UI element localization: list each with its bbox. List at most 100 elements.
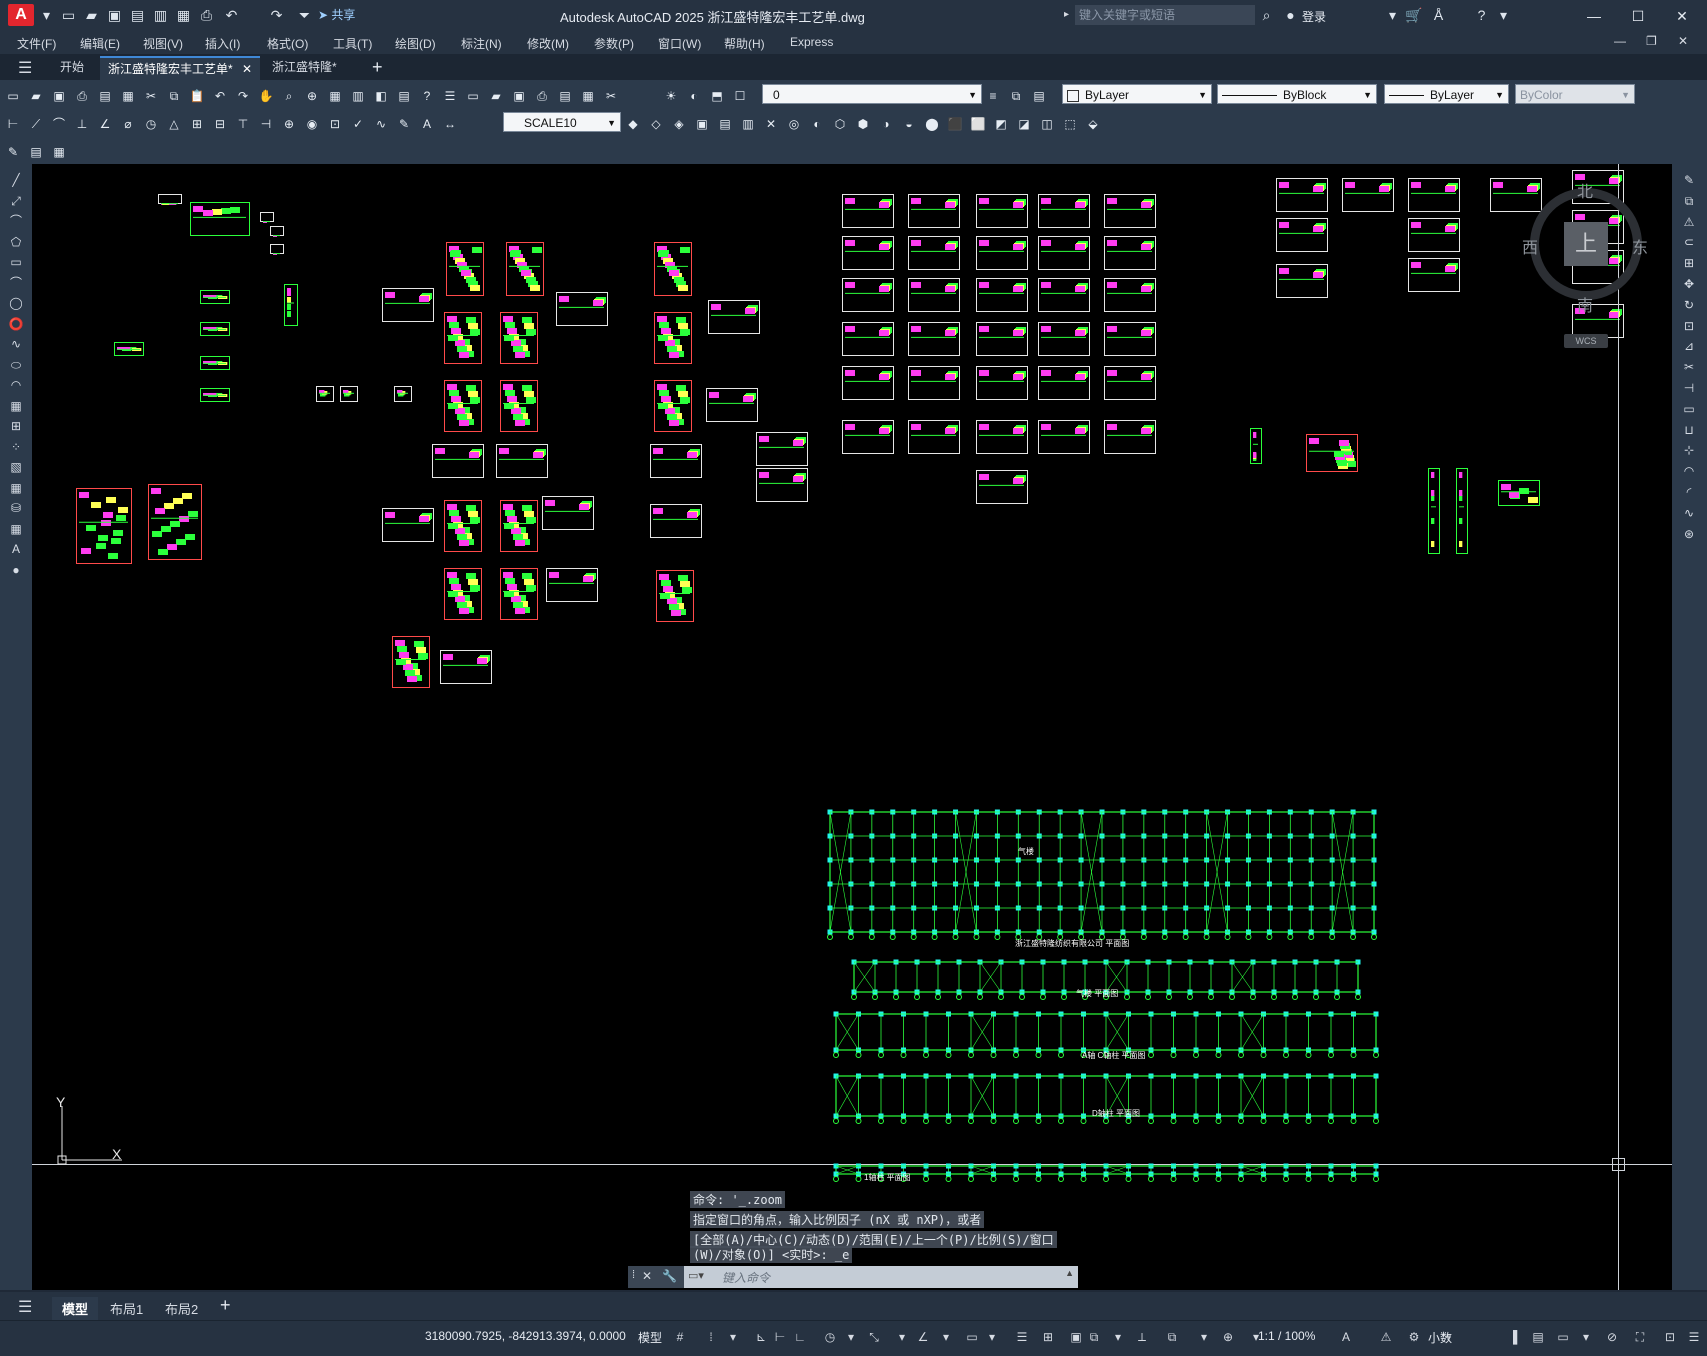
dimension-tool-icon[interactable]: ⟋ [27,115,45,133]
grip-icon[interactable]: ⁞ [632,1269,635,1281]
new-file-icon[interactable]: ▭ [60,7,77,24]
status-toggle-icon[interactable]: ▾ [1248,1329,1264,1345]
autodesk-a360-icon[interactable]: Å [1430,7,1447,24]
modeling-tool-icon[interactable]: ⬙ [1084,115,1102,133]
dimension-tool-icon[interactable]: ⊕ [280,115,298,133]
draw-tool-icon[interactable]: ∿ [7,336,25,352]
status-toggle-icon[interactable]: A [1338,1329,1354,1345]
modeling-tool-icon[interactable]: ▥ [739,115,757,133]
viewcube-north-label[interactable]: 北 [1577,178,1593,202]
plotstyle-dropdown[interactable]: ByColor ▼ [1515,84,1635,104]
viewcube-east-label[interactable]: 东 [1632,234,1648,258]
standard-tool-icon[interactable]: ▭ [464,87,482,105]
dimension-tool-icon[interactable]: ⌀ [119,115,137,133]
draw-tool-icon[interactable]: ▦ [7,398,25,414]
search-input[interactable]: 键入关键字或短语 [1075,5,1255,25]
command-prompt-icon[interactable]: ▭▾ [688,1269,704,1282]
dimension-tool-icon[interactable]: ∠ [96,115,114,133]
modify-tool-icon[interactable]: ◠ [1680,463,1698,479]
status-toggle-icon[interactable]: ☰ [1014,1329,1030,1345]
modify-tool-icon[interactable]: ⊹ [1680,442,1698,458]
status-toggle-icon[interactable]: ▾ [1196,1329,1212,1345]
dimension-tool-icon[interactable]: ◉ [303,115,321,133]
viewcube-south-label[interactable]: 南 [1577,292,1593,316]
layer-dropdown[interactable]: 0 ▼ [762,84,982,104]
viewcube-west-label[interactable]: 西 [1522,234,1538,258]
draw-tool-icon[interactable]: ▭ [7,254,25,270]
print-icon[interactable]: ⎙ [198,7,215,24]
command-history-toggle-icon[interactable]: ▲ [1065,1268,1074,1278]
new-layout-plus-icon[interactable]: + [220,1295,231,1316]
standard-tool-icon[interactable]: ▤ [96,87,114,105]
customize-wrench-icon[interactable]: 🔧 [662,1269,677,1283]
modeling-tool-icon[interactable]: ⬚ [1061,115,1079,133]
status-toggle-icon[interactable]: ▭ [1555,1329,1571,1345]
standard-tool-icon[interactable]: ✋ [257,87,275,105]
status-toggle-icon[interactable]: ▾ [1578,1329,1594,1345]
modify-tool-icon[interactable]: ✂ [1680,359,1698,375]
dimension-tool-icon[interactable]: ⊡ [326,115,344,133]
menu-item[interactable]: 参数(P) [594,35,634,52]
draw-tool-icon[interactable]: ▧ [7,459,25,475]
status-toggle-icon[interactable]: ▾ [725,1329,741,1345]
dimension-tool-icon[interactable]: ◷ [142,115,160,133]
status-toggle-icon[interactable]: ⊕ [1220,1329,1236,1345]
status-toggle-icon[interactable]: ⊘ [1604,1329,1620,1345]
draw-tool-icon[interactable]: ▦ [7,521,25,537]
modify-tool-icon[interactable]: ⊂ [1680,234,1698,250]
standard-tool-icon[interactable]: ? [418,87,436,105]
wcs-menu-button[interactable]: WCS [1564,334,1608,348]
status-toggle-icon[interactable]: ⧉ [1086,1329,1102,1345]
tab-close-icon[interactable]: ✕ [242,62,252,76]
menu-item[interactable]: 视图(V) [143,35,183,52]
status-toggle-icon[interactable]: ⊾ [753,1329,769,1345]
modeling-tool-icon[interactable]: ◆ [624,115,642,133]
draw-tool-icon[interactable]: ◠ [7,377,25,393]
standard-tool-icon[interactable]: ▣ [510,87,528,105]
layer-state-icon[interactable]: ⬒ [708,87,726,105]
menu-item[interactable]: 插入(I) [205,35,240,52]
status-toggle-icon[interactable]: ⊞ [1040,1329,1056,1345]
standard-tool-icon[interactable]: ▰ [487,87,505,105]
modeling-tool-icon[interactable]: ◇ [647,115,665,133]
status-toggle-icon[interactable]: ⊢ [772,1329,788,1345]
modify-tool-icon[interactable]: ✎ [1680,172,1698,188]
menu-item[interactable]: 文件(F) [17,35,56,52]
tab-second-drawing[interactable]: 浙江盛特隆* [264,56,345,78]
layout-tab-layout1[interactable]: 布局1 [100,1297,153,1320]
publish-icon[interactable]: ▥ [152,7,169,24]
viewcube-top-face[interactable]: 上 [1564,222,1608,266]
modeling-tool-icon[interactable]: ✕ [762,115,780,133]
model-space-button[interactable]: 模型 [638,1329,662,1346]
standard-tool-icon[interactable]: ⌕ [280,87,298,105]
menu-item[interactable]: 格式(O) [267,35,308,52]
standard-tool-icon[interactable]: ▥ [349,87,367,105]
status-toggle-icon[interactable]: ⧉ [1164,1329,1180,1345]
modeling-tool-icon[interactable]: ◐ [808,115,826,133]
draw-tool-icon[interactable]: ◯ [7,295,25,311]
standard-tool-icon[interactable]: ⊕ [303,87,321,105]
modify-tool-icon[interactable]: ⊞ [1680,255,1698,271]
modify-tool-icon[interactable]: ◜ [1680,484,1698,500]
standard-tool-icon[interactable]: ☰ [441,87,459,105]
menu-item[interactable]: 绘图(D) [395,35,436,52]
app-menu-button[interactable]: A [8,4,34,26]
standard-tool-icon[interactable]: ⧉ [165,87,183,105]
modeling-tool-icon[interactable]: ◪ [1015,115,1033,133]
standard-tool-icon[interactable]: ⎙ [533,87,551,105]
dimension-tool-icon[interactable]: ⊥ [73,115,91,133]
new-tab-plus-icon[interactable]: + [372,57,383,78]
status-toggle-icon[interactable]: ⚙ [1406,1329,1422,1345]
status-toggle-icon[interactable]: ▣ [1068,1329,1084,1345]
close-window-icon[interactable]: ✕ [1672,6,1692,26]
cart-icon[interactable]: 🛒 [1405,7,1422,24]
status-toggle-icon[interactable]: ▭ [964,1329,980,1345]
status-toggle-icon[interactable]: ▾ [894,1329,910,1345]
linetype-dropdown[interactable]: ByBlock ▼ [1217,84,1377,104]
status-toggle-icon[interactable]: ▾ [938,1329,954,1345]
modeling-tool-icon[interactable]: ▣ [693,115,711,133]
modeling-tool-icon[interactable]: ◒ [900,115,918,133]
dimension-tool-icon[interactable]: ⊞ [188,115,206,133]
standard-tool-icon[interactable]: ↷ [234,87,252,105]
layer-tool-icon[interactable]: ▤ [1030,87,1048,105]
